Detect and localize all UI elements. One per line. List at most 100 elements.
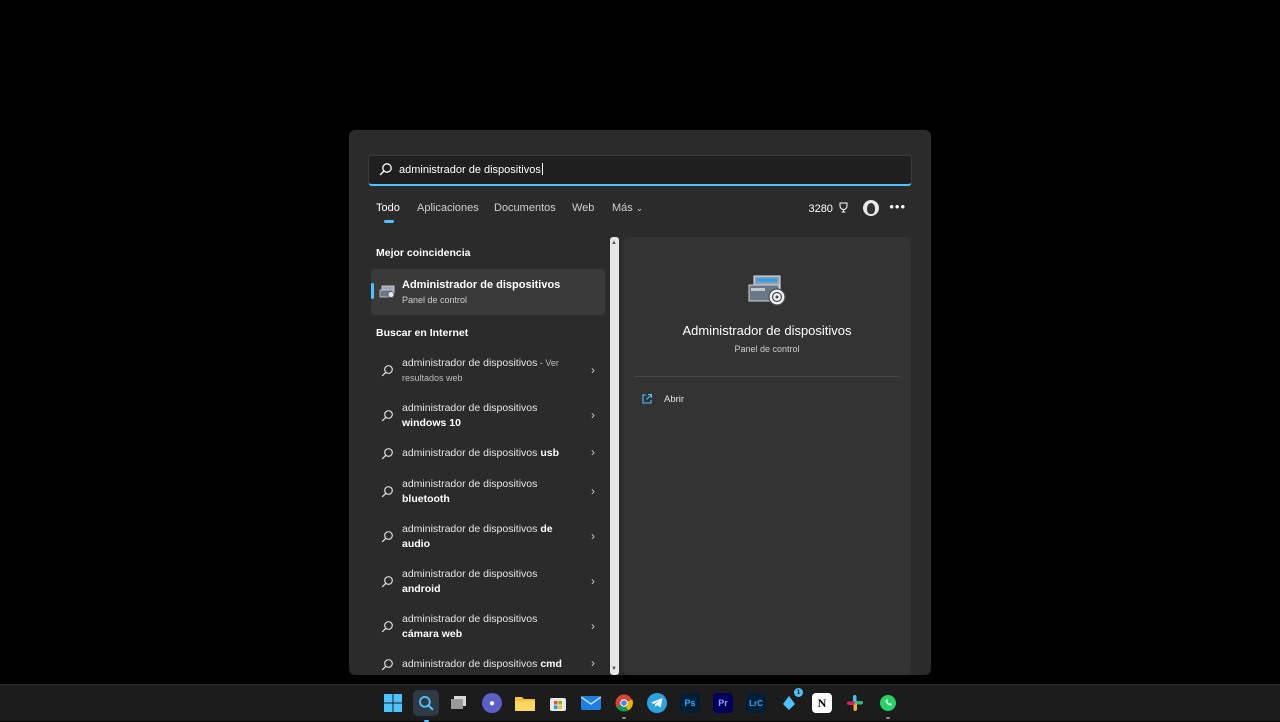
chrome-icon [615,694,633,712]
tab-documentos[interactable]: Documentos [494,202,556,214]
more-options-icon[interactable]: ••• [889,199,906,214]
windows-logo-icon [384,694,402,712]
photoshop-button[interactable]: Ps [680,693,700,713]
mail-button[interactable] [581,693,601,713]
device-manager-icon [379,285,395,298]
search-query-text: administrador de dispositivos [399,164,541,176]
search-icon [381,576,393,588]
result-text: administrador de dispositivos cmd [402,657,572,672]
chevron-right-icon: › [591,363,595,377]
preview-pane: Administrador de dispositivos Panel de c… [623,237,911,675]
search-icon [419,696,434,711]
chat-icon: ● [488,697,496,709]
search-icon [381,659,393,671]
microsoft-store-button[interactable] [548,693,568,713]
start-button[interactable] [383,693,403,713]
list-item[interactable]: administrador de dispositivos cmd › [371,655,605,675]
results-scrollbar[interactable]: ▲ ▼ [610,237,619,675]
result-base: administrador de dispositivos [402,568,538,580]
search-icon [381,531,393,543]
scroll-up-icon[interactable]: ▲ [611,240,617,246]
notion-button[interactable]: N [812,693,832,713]
task-view-button[interactable] [449,693,469,713]
trophy-icon [839,202,848,213]
search-panel: administrador de dispositivos Todo Aplic… [349,130,931,675]
chevron-right-icon: › [591,656,595,670]
scroll-down-icon[interactable]: ▼ [611,666,617,672]
result-text: administrador de dispositivos - Ver resu… [402,356,572,386]
result-base: administrador de dispositivos [402,658,541,670]
result-bold: windows 10 [402,417,461,429]
avatar[interactable] [863,200,879,216]
open-action[interactable]: Abrir [641,392,761,408]
result-text: administrador de dispositivos bluetooth [402,477,572,507]
whatsapp-icon [880,695,896,711]
whatsapp-button[interactable] [878,693,898,719]
search-input[interactable]: administrador de dispositivos [399,163,543,176]
lightroom-classic-button[interactable]: LrC [746,693,766,713]
search-box[interactable]: administrador de dispositivos [368,155,912,186]
divider [634,376,900,377]
premiere-button[interactable]: Pr [713,693,733,713]
text-caret [541,163,543,175]
list-item[interactable]: administrador de dispositivos usb › [371,444,605,464]
preview-title: Administrador de dispositivos [682,323,852,338]
preview-subtitle: Panel de control [734,344,800,354]
open-action-label: Abrir [664,394,685,405]
list-item[interactable]: administrador de dispositivos android › [371,565,605,599]
result-base: administrador de dispositivos [402,523,541,535]
search-icon [381,365,393,377]
result-text: administrador de dispositivos cámara web [402,612,572,642]
result-base: administrador de dispositivos [402,613,538,625]
tab-aplicaciones[interactable]: Aplicaciones [417,202,479,214]
result-text: administrador de dispositivos usb [402,446,572,461]
chevron-right-icon: › [591,445,595,459]
chevron-right-icon: › [591,408,595,422]
result-base: administrador de dispositivos [402,357,538,369]
rewards-points[interactable]: 3280 [808,202,849,215]
best-match-subtitle: Panel de control [402,295,468,305]
taskbar-search-button[interactable] [413,690,439,722]
list-item[interactable]: administrador de dispositivos cámara web… [371,610,605,644]
chevron-down-icon: ⌄ [635,203,644,213]
best-match-heading: Mejor coincidencia [376,247,471,259]
slack-button[interactable] [845,693,865,713]
chrome-button[interactable] [614,693,634,719]
result-bold: cmd [540,658,562,670]
web-search-heading: Buscar en Internet [376,327,469,339]
chevron-right-icon: › [591,619,595,633]
tab-web[interactable]: Web [572,202,594,214]
running-indicator [886,717,890,719]
steam-icon [783,696,795,710]
list-item[interactable]: administrador de dispositivos de audio › [371,520,605,554]
running-indicator [622,717,626,719]
list-item[interactable]: administrador de dispositivos bluetooth … [371,475,605,509]
result-bold: usb [540,447,559,459]
filter-tabs: Todo Aplicaciones Documentos Web Más ⌄ 32… [376,199,911,226]
chevron-right-icon: › [591,574,595,588]
tab-mas[interactable]: Más ⌄ [612,202,643,214]
file-explorer-button[interactable] [515,693,535,713]
taskbar: ● Ps Pr LrC 1 N [0,684,1280,722]
search-icon [381,621,393,633]
store-icon [550,698,566,711]
result-bold: cámara web [402,628,463,640]
steam-button[interactable]: 1 [779,688,803,713]
results-list: Mejor coincidencia Administrador de disp… [369,237,619,675]
result-bold: android [402,583,441,595]
telegram-button[interactable] [647,693,667,713]
chat-button[interactable]: ● [482,693,502,713]
list-item[interactable]: administrador de dispositivos - Ver resu… [371,354,605,388]
best-match-title: Administrador de dispositivos [402,279,561,291]
best-match-item[interactable]: Administrador de dispositivos Panel de c… [371,269,605,315]
rewards-points-value: 3280 [808,203,833,215]
list-item[interactable]: administrador de dispositivos windows 10… [371,399,605,433]
mail-icon [581,696,601,710]
result-text: administrador de dispositivos android [402,567,572,597]
result-bold: bluetooth [402,493,450,505]
active-tab-indicator [384,220,394,223]
notification-badge: 1 [794,688,803,697]
tab-todo[interactable]: Todo [376,202,400,214]
telegram-icon [651,698,663,708]
result-base: administrador de dispositivos [402,402,538,414]
